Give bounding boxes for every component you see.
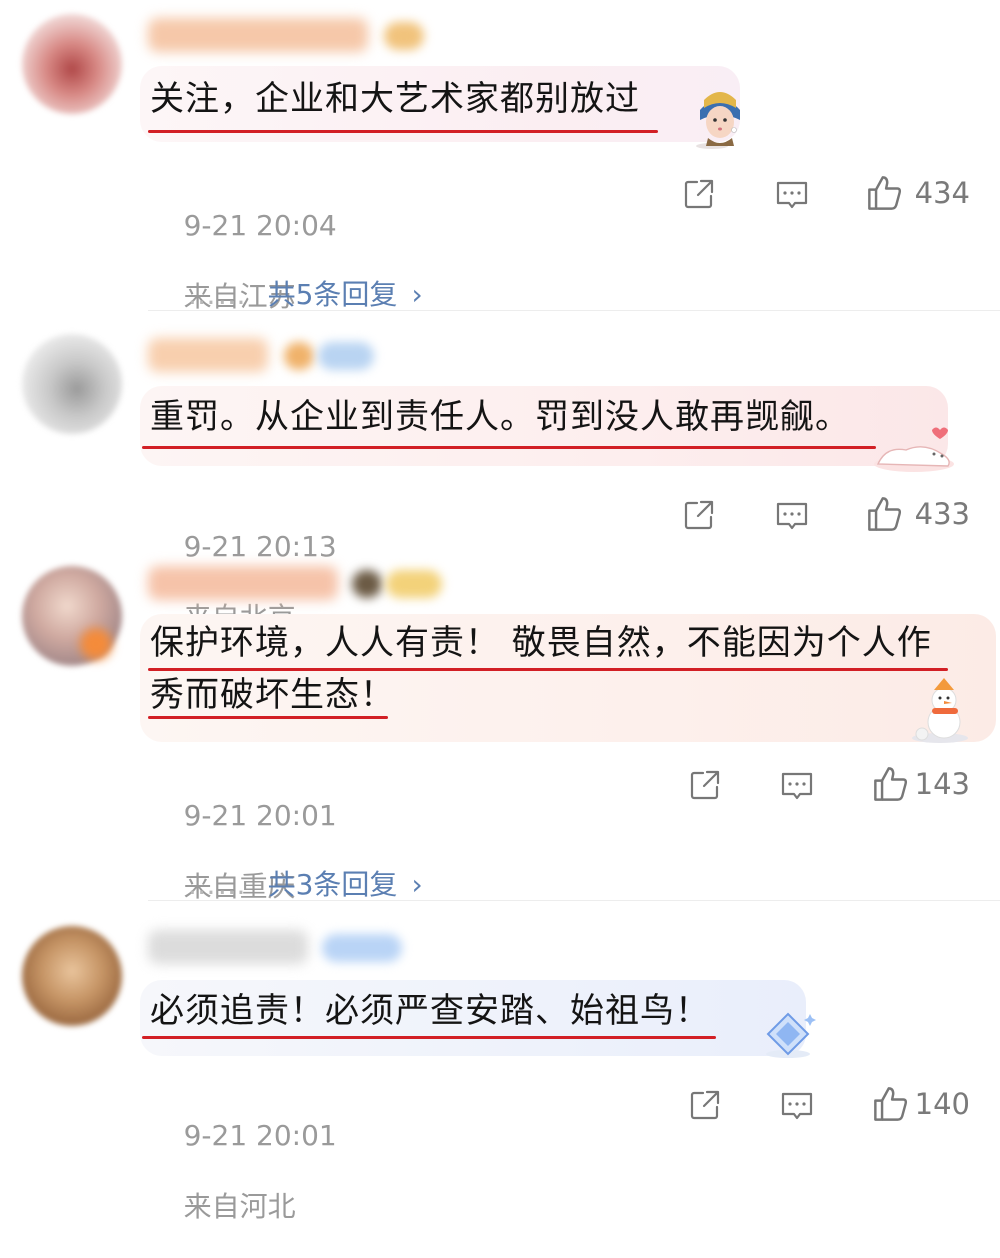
- like-count: 140: [914, 1087, 970, 1121]
- comment-button[interactable]: [775, 178, 809, 212]
- comment-button[interactable]: [780, 1089, 814, 1123]
- username-blurred[interactable]: [148, 566, 338, 600]
- share-button[interactable]: [682, 177, 716, 211]
- comment-icon: [776, 181, 808, 209]
- share-button[interactable]: [688, 768, 722, 802]
- cat-heart-sticker: [868, 420, 960, 474]
- comment-meta: 9-21 20:01 来自河北: [148, 1086, 337, 1258]
- username-blurred[interactable]: [148, 930, 308, 964]
- username-blurred[interactable]: [148, 338, 268, 372]
- user-badge: [384, 22, 424, 50]
- share-icon: [684, 179, 714, 209]
- comment-time: 9-21 20:13: [183, 530, 337, 563]
- share-button[interactable]: [688, 1088, 722, 1122]
- avatar[interactable]: [22, 14, 122, 114]
- comment-icon: [781, 1092, 813, 1120]
- avatar[interactable]: [22, 926, 122, 1026]
- reply-count: 共5条回复: [267, 278, 398, 311]
- user-badge: [318, 342, 374, 370]
- like-button[interactable]: [866, 495, 904, 533]
- like-count: 433: [914, 497, 970, 531]
- divider: [148, 900, 1000, 901]
- comment-text: 秀而破坏生态！: [150, 675, 395, 715]
- snowman-sticker: [908, 676, 972, 744]
- user-badge: [80, 628, 112, 660]
- reply-dots: ……: [187, 868, 248, 901]
- comment-button[interactable]: [775, 499, 809, 533]
- text-underline: [142, 446, 876, 449]
- chevron-right-icon: ›: [411, 868, 423, 901]
- girl-with-pearl-earring-sticker: [690, 80, 750, 150]
- comment-time: 9-21 20:04: [183, 209, 337, 242]
- comment-icon: [781, 772, 813, 800]
- comment-text: 关注，企业和大艺术家都别放过: [150, 79, 640, 119]
- comment-icon: [776, 502, 808, 530]
- share-button[interactable]: [682, 498, 716, 532]
- thumbs-up-icon: [868, 497, 902, 531]
- chevron-right-icon: ›: [411, 278, 423, 311]
- reply-dots: ……: [187, 278, 248, 311]
- comment-time: 9-21 20:01: [183, 799, 337, 832]
- view-replies-link[interactable]: …… 共5条回复 ›: [152, 240, 423, 346]
- comment-text: 重罚。从企业到责任人。罚到没人敢再觊觎。: [150, 397, 850, 437]
- user-badge: [284, 342, 314, 370]
- share-icon: [690, 1090, 720, 1120]
- text-underline: [148, 716, 388, 719]
- diamond-sticker: [760, 1008, 818, 1060]
- username-blurred[interactable]: [148, 18, 368, 52]
- user-badge: [322, 934, 402, 962]
- text-underline: [148, 130, 658, 133]
- like-count: 434: [914, 176, 970, 210]
- reply-count: 共3条回复: [267, 868, 398, 901]
- comment-text: 必须追责！必须严查安踏、始祖鸟！: [150, 991, 710, 1031]
- thumbs-up-icon: [868, 176, 902, 210]
- meta-spacer: [184, 1152, 193, 1185]
- comment-button[interactable]: [780, 769, 814, 803]
- avatar[interactable]: [22, 334, 122, 434]
- text-underline: [142, 1036, 716, 1039]
- like-button[interactable]: [866, 174, 904, 212]
- comment-text: 保护环境，人人有责！ 敬畏自然，不能因为个人作: [150, 623, 932, 663]
- share-icon: [690, 770, 720, 800]
- view-replies-link[interactable]: …… 共3条回复 ›: [152, 830, 423, 936]
- share-icon: [684, 500, 714, 530]
- like-count: 143: [914, 767, 970, 801]
- user-badge: [386, 570, 442, 598]
- user-badge: [352, 570, 382, 598]
- divider: [148, 310, 1000, 311]
- comment-location: 来自河北: [183, 1190, 296, 1223]
- comment-time: 9-21 20:01: [183, 1119, 337, 1152]
